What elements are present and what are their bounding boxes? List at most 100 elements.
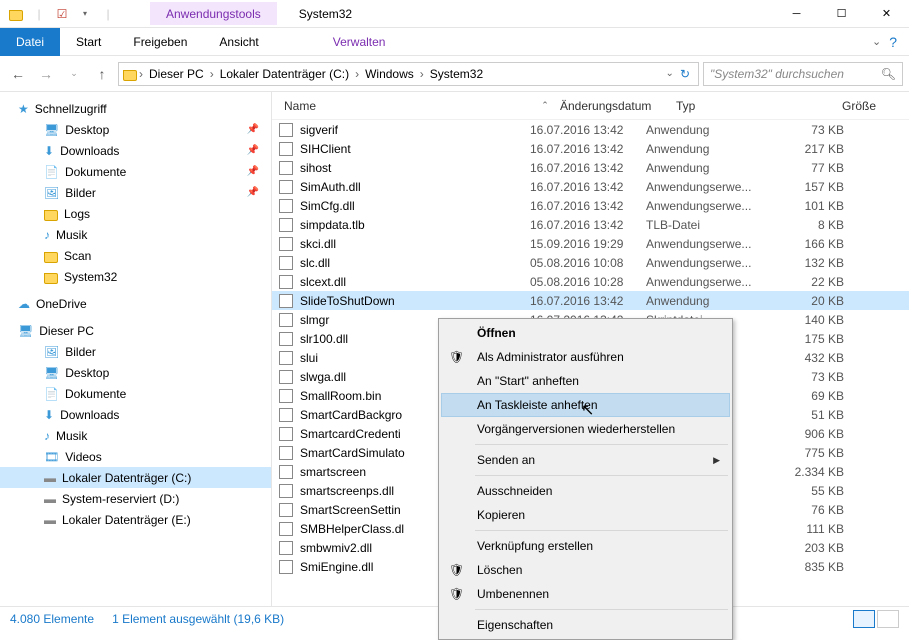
- sidebar-thispc[interactable]: 🖥Dieser PC: [0, 320, 271, 341]
- file-row[interactable]: SimCfg.dll16.07.2016 13:42Anwendungserwe…: [272, 196, 909, 215]
- column-header-type[interactable]: Typ: [676, 99, 806, 113]
- up-button[interactable]: ↑: [90, 62, 114, 86]
- ctx-copy[interactable]: Kopieren: [441, 503, 730, 527]
- minimize-button[interactable]: ─: [774, 0, 819, 28]
- tab-manage[interactable]: Verwalten: [317, 28, 402, 56]
- file-icon: [272, 427, 300, 441]
- sidebar-item-downloads[interactable]: ⬇Downloads📌: [0, 140, 271, 161]
- crumb-pc[interactable]: Dieser PC: [145, 67, 208, 81]
- forward-button[interactable]: →: [34, 62, 58, 86]
- qat-dropdown-icon[interactable]: ▾: [75, 4, 95, 24]
- view-tiles-button[interactable]: [877, 610, 899, 628]
- ctx-rename[interactable]: 🛡Umbenennen: [441, 582, 730, 606]
- file-size: 2.334 KB: [774, 465, 844, 479]
- file-type: Anwendungserwe...: [646, 180, 774, 194]
- file-row[interactable]: slc.dll05.08.2016 10:08Anwendungserwe...…: [272, 253, 909, 272]
- sidebar-item-drive-c[interactable]: ▬Lokaler Datenträger (C:): [0, 467, 271, 488]
- ctx-restore-versions[interactable]: Vorgängerversionen wiederherstellen: [441, 417, 730, 441]
- sidebar-item-pictures[interactable]: 🖼Bilder📌: [0, 182, 271, 203]
- sidebar-item-desktop2[interactable]: 🖥Desktop: [0, 362, 271, 383]
- sidebar-item-drive-d[interactable]: ▬System-reserviert (D:): [0, 488, 271, 509]
- file-row[interactable]: sihost16.07.2016 13:42Anwendung77 KB: [272, 158, 909, 177]
- file-size: 432 KB: [774, 351, 844, 365]
- sort-indicator-icon: ⌃: [530, 100, 560, 111]
- folder-icon: [6, 4, 26, 24]
- maximize-button[interactable]: ☐: [819, 0, 864, 28]
- refresh-icon[interactable]: ↻: [680, 67, 690, 81]
- file-row[interactable]: skci.dll15.09.2016 19:29Anwendungserwe..…: [272, 234, 909, 253]
- crumb-system32[interactable]: System32: [426, 67, 487, 81]
- sidebar-item-documents[interactable]: 📄Dokumente📌: [0, 161, 271, 182]
- sidebar-item-music[interactable]: ♪Musik: [0, 224, 271, 245]
- ctx-open[interactable]: Öffnen: [441, 321, 730, 345]
- column-header-size[interactable]: Größe: [806, 99, 876, 113]
- sidebar-onedrive[interactable]: ☁OneDrive: [0, 293, 271, 314]
- sidebar-item-pictures2[interactable]: 🖼Bilder: [0, 341, 271, 362]
- file-row[interactable]: SIHClient16.07.2016 13:42Anwendung217 KB: [272, 139, 909, 158]
- tab-view[interactable]: Ansicht: [203, 28, 274, 56]
- sidebar-item-documents2[interactable]: 📄Dokumente: [0, 383, 271, 404]
- file-size: 140 KB: [774, 313, 844, 327]
- ctx-create-shortcut[interactable]: Verknüpfung erstellen: [441, 534, 730, 558]
- file-icon: [272, 408, 300, 422]
- ribbon-tabs: Datei Start Freigeben Ansicht Verwalten …: [0, 28, 909, 56]
- crumb-sep[interactable]: ›: [420, 67, 424, 81]
- file-type: Anwendung: [646, 123, 774, 137]
- sidebar-item-drive-e[interactable]: ▬Lokaler Datenträger (E:): [0, 509, 271, 530]
- crumb-sep[interactable]: ›: [139, 67, 143, 81]
- history-dropdown[interactable]: ⌄: [62, 62, 86, 86]
- file-name: SIHClient: [300, 142, 530, 156]
- ctx-cut[interactable]: Ausschneiden: [441, 479, 730, 503]
- sidebar-item-system32[interactable]: System32: [0, 266, 271, 287]
- file-row[interactable]: SlideToShutDown16.07.2016 13:42Anwendung…: [272, 291, 909, 310]
- column-header-name[interactable]: Name: [272, 99, 530, 113]
- sidebar-item-scan[interactable]: Scan: [0, 245, 271, 266]
- documents-icon: 📄: [44, 165, 59, 179]
- ctx-send-to[interactable]: Senden an▶: [441, 448, 730, 472]
- ctx-delete[interactable]: 🛡Löschen: [441, 558, 730, 582]
- file-icon: [272, 180, 300, 194]
- address-dropdown-icon[interactable]: ⌄: [666, 68, 674, 79]
- checkbox-icon[interactable]: ☑: [52, 4, 72, 24]
- search-placeholder: "System32" durchsuchen: [710, 67, 844, 81]
- folder-icon: [44, 252, 58, 263]
- back-button[interactable]: ←: [6, 62, 30, 86]
- file-row[interactable]: slcext.dll05.08.2016 10:28Anwendungserwe…: [272, 272, 909, 291]
- pictures-icon: 🖼: [44, 345, 59, 359]
- file-size: 835 KB: [774, 560, 844, 574]
- file-icon: [272, 332, 300, 346]
- view-details-button[interactable]: [853, 610, 875, 628]
- sidebar-item-logs[interactable]: Logs: [0, 203, 271, 224]
- sidebar-item-music2[interactable]: ♪Musik: [0, 425, 271, 446]
- search-box[interactable]: "System32" durchsuchen 🔍︎: [703, 62, 903, 86]
- file-type: Anwendungserwe...: [646, 237, 774, 251]
- ctx-run-as-admin[interactable]: 🛡Als Administrator ausführen: [441, 345, 730, 369]
- file-name: SimCfg.dll: [300, 199, 530, 213]
- contextual-tools-tab[interactable]: Anwendungstools: [150, 2, 277, 25]
- tab-start[interactable]: Start: [60, 28, 117, 56]
- file-size: 76 KB: [774, 503, 844, 517]
- crumb-windows[interactable]: Windows: [361, 67, 418, 81]
- sidebar-quickaccess[interactable]: ★Schnellzugriff: [0, 98, 271, 119]
- address-bar[interactable]: › Dieser PC › Lokaler Datenträger (C:) ›…: [118, 62, 699, 86]
- tab-file[interactable]: Datei: [0, 28, 60, 56]
- file-size: 166 KB: [774, 237, 844, 251]
- file-row[interactable]: simpdata.tlb16.07.2016 13:42TLB-Datei8 K…: [272, 215, 909, 234]
- file-row[interactable]: SimAuth.dll16.07.2016 13:42Anwendungserw…: [272, 177, 909, 196]
- sidebar-item-desktop[interactable]: 🖥Desktop📌: [0, 119, 271, 140]
- tab-share[interactable]: Freigeben: [117, 28, 203, 56]
- ribbon-expand-icon[interactable]: ⌄: [872, 35, 881, 48]
- sidebar-item-downloads2[interactable]: ⬇Downloads: [0, 404, 271, 425]
- crumb-sep[interactable]: ›: [210, 67, 214, 81]
- search-icon[interactable]: 🔍︎: [881, 67, 896, 81]
- column-header-date[interactable]: Änderungsdatum: [560, 99, 676, 113]
- ctx-pin-start[interactable]: An "Start" anheften: [441, 369, 730, 393]
- ctx-properties[interactable]: Eigenschaften: [441, 613, 730, 637]
- crumb-sep[interactable]: ›: [355, 67, 359, 81]
- ctx-separator: [475, 609, 728, 610]
- close-button[interactable]: ✕: [864, 0, 909, 28]
- crumb-c[interactable]: Lokaler Datenträger (C:): [216, 67, 353, 81]
- sidebar-item-videos[interactable]: 🎞Videos: [0, 446, 271, 467]
- help-icon[interactable]: ?: [889, 34, 897, 50]
- file-row[interactable]: sigverif16.07.2016 13:42Anwendung73 KB: [272, 120, 909, 139]
